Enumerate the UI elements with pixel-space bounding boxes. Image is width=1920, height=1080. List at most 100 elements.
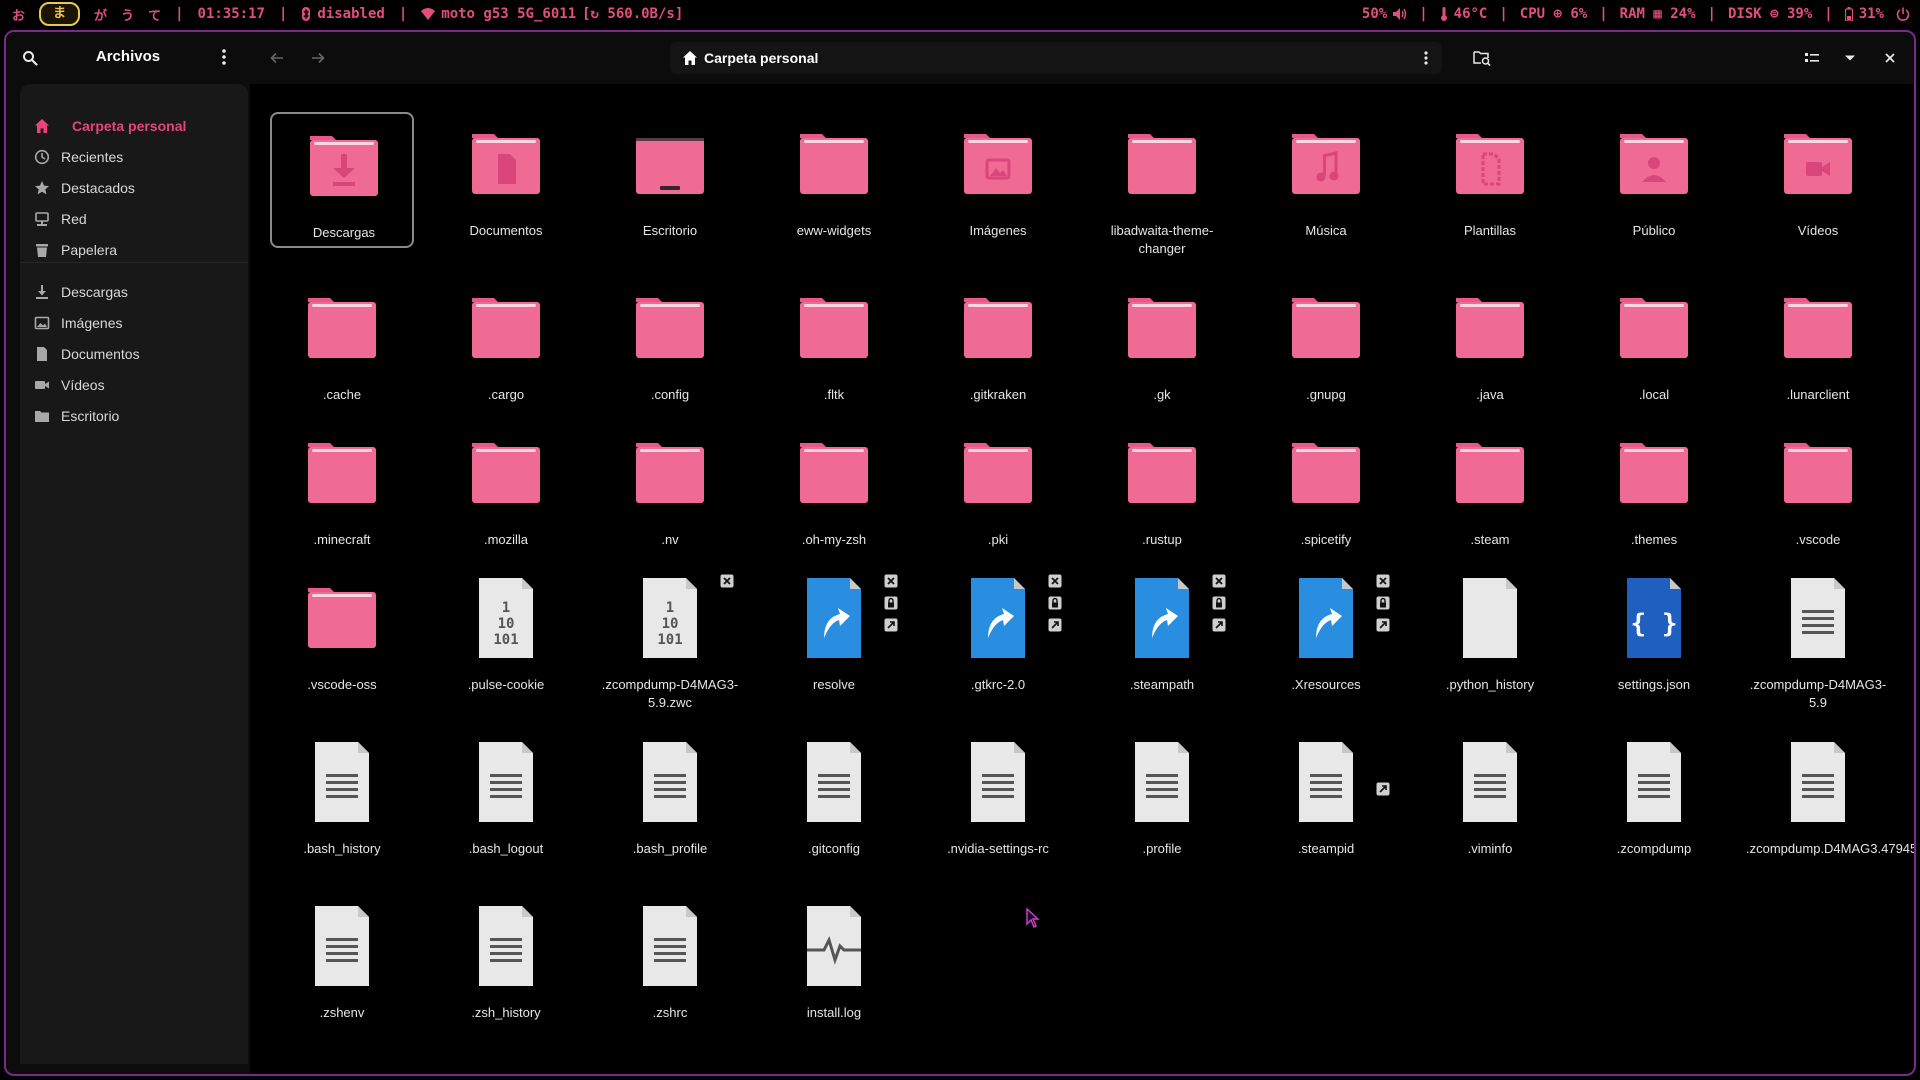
file-item[interactable]: 1 10 101 .pulse-cookie: [434, 566, 578, 702]
folder-item[interactable]: Documentos: [434, 112, 578, 248]
folder-item[interactable]: .nv: [598, 421, 742, 557]
file-item[interactable]: install.log: [762, 894, 906, 1030]
file-item[interactable]: .Xresources: [1254, 566, 1398, 702]
file-item[interactable]: .profile: [1090, 730, 1234, 866]
bluetooth-status[interactable]: disabled: [301, 6, 385, 22]
workspace-3[interactable]: が: [94, 5, 107, 24]
star-icon: [35, 181, 49, 195]
lock-emblem-icon: [1376, 596, 1390, 610]
path-bar[interactable]: Carpeta personal: [670, 42, 1442, 74]
text-file-icon: [630, 906, 710, 986]
file-name-label: .steampath: [1129, 677, 1195, 692]
folder-item[interactable]: Público: [1582, 112, 1726, 248]
folder-item[interactable]: .mozilla: [434, 421, 578, 557]
file-item[interactable]: { } settings.json: [1582, 566, 1726, 702]
folder-item[interactable]: .oh-my-zsh: [762, 421, 906, 557]
folder-item[interactable]: .local: [1582, 276, 1726, 412]
folder-item[interactable]: Plantillas: [1418, 112, 1562, 248]
file-name-label: .profile: [1142, 841, 1182, 856]
text-file-icon: [794, 742, 874, 822]
folder-item[interactable]: .vscode-oss: [270, 566, 414, 702]
file-item[interactable]: .zsh_history: [434, 894, 578, 1030]
folder-item[interactable]: Música: [1254, 112, 1398, 248]
file-name-label: libadwaita-theme-changer: [1110, 223, 1214, 256]
text-file-icon: [466, 906, 546, 986]
folder-item[interactable]: Escritorio: [598, 112, 742, 248]
file-name-label: Música: [1305, 223, 1347, 238]
file-manager-window: Archivos Carpeta personal Recientes Dest…: [4, 30, 1916, 1076]
workspace-5[interactable]: て: [148, 5, 161, 24]
back-button[interactable]: [265, 46, 289, 70]
file-item[interactable]: .zcompdump-D4MAG3-5.9: [1746, 566, 1890, 710]
folder-item[interactable]: .gitkraken: [926, 276, 1070, 412]
file-item[interactable]: .gitconfig: [762, 730, 906, 866]
sidebar-item-desktop[interactable]: Escritorio: [20, 398, 248, 434]
file-item[interactable]: .nvidia-settings-rc: [926, 730, 1070, 866]
file-item[interactable]: 1 10 101 .zcompdump-D4MAG3-5.9.zwc: [598, 566, 742, 710]
view-options-button[interactable]: [1838, 46, 1862, 70]
file-item[interactable]: .steampath: [1090, 566, 1234, 702]
symlink-emblem-icon: [884, 618, 898, 632]
workspace-1[interactable]: お: [12, 5, 25, 24]
view-list-button[interactable]: [1800, 46, 1824, 70]
svg-text:1: 1: [502, 600, 510, 616]
folder-icon: [1778, 124, 1858, 204]
folder-item[interactable]: Imágenes: [926, 112, 1070, 248]
separator: |: [1499, 6, 1508, 22]
location-menu-icon[interactable]: [1420, 47, 1432, 69]
json-file-icon: { }: [1614, 578, 1694, 658]
folder-item[interactable]: libadwaita-theme-changer: [1090, 112, 1234, 256]
folder-item[interactable]: .cache: [270, 276, 414, 412]
folder-item[interactable]: Descargas: [270, 112, 414, 248]
folder-icon: [35, 411, 49, 422]
file-name-label: .steampid: [1297, 841, 1355, 856]
search-folder-button[interactable]: [1470, 46, 1494, 70]
folder-item[interactable]: .gk: [1090, 276, 1234, 412]
volume-status[interactable]: 50%: [1362, 6, 1407, 22]
file-item[interactable]: .bash_history: [270, 730, 414, 866]
file-item[interactable]: .zcompdump: [1582, 730, 1726, 866]
folder-item[interactable]: .vscode: [1746, 421, 1890, 557]
folder-item[interactable]: .rustup: [1090, 421, 1234, 557]
folder-item[interactable]: .themes: [1582, 421, 1726, 557]
folder-item[interactable]: .config: [598, 276, 742, 412]
folder-item[interactable]: .fltk: [762, 276, 906, 412]
file-item[interactable]: .viminfo: [1418, 730, 1562, 866]
folder-item[interactable]: .pki: [926, 421, 1070, 557]
folder-item[interactable]: Vídeos: [1746, 112, 1890, 248]
main-menu-icon[interactable]: [218, 46, 230, 68]
close-window-button[interactable]: [1878, 46, 1902, 70]
file-item[interactable]: .gtkrc-2.0: [926, 566, 1070, 702]
folder-icon: [1778, 288, 1858, 368]
clock: 01:35:17: [197, 6, 265, 22]
file-item[interactable]: .zshrc: [598, 894, 742, 1030]
workspace-2-active[interactable]: ま: [39, 2, 81, 26]
forward-button[interactable]: [306, 46, 330, 70]
folder-item[interactable]: .gnupg: [1254, 276, 1398, 412]
file-item[interactable]: .bash_logout: [434, 730, 578, 866]
folder-item[interactable]: .minecraft: [270, 421, 414, 557]
sidebar-item-label: Vídeos: [61, 377, 105, 393]
folder-item[interactable]: .lunarclient: [1746, 276, 1890, 412]
file-name-label: .local: [1638, 387, 1670, 402]
file-item[interactable]: .steampid: [1254, 730, 1398, 866]
text-file-icon: [958, 742, 1038, 822]
folder-item[interactable]: .steam: [1418, 421, 1562, 557]
sidebar-header: Archivos: [6, 32, 250, 84]
separator: |: [1824, 6, 1833, 22]
workspace-4[interactable]: う: [121, 5, 134, 24]
svg-text:1: 1: [666, 600, 674, 616]
folder-item[interactable]: .java: [1418, 276, 1562, 412]
file-item[interactable]: .zshenv: [270, 894, 414, 1030]
cpu-status: CPU ⊕ 6%: [1519, 6, 1588, 22]
folder-item[interactable]: .cargo: [434, 276, 578, 412]
file-item[interactable]: .python_history: [1418, 566, 1562, 702]
network-status[interactable]: moto g53 5G_6011 [↻ 560.0B/s]: [421, 6, 683, 22]
file-item[interactable]: .bash_profile: [598, 730, 742, 866]
video-icon: [35, 381, 49, 389]
folder-item[interactable]: eww-widgets: [762, 112, 906, 248]
file-item[interactable]: resolve: [762, 566, 906, 702]
power-icon[interactable]: [1896, 7, 1910, 21]
file-item[interactable]: .zcompdump.D4MAG3.47945: [1746, 730, 1914, 866]
folder-item[interactable]: .spicetify: [1254, 421, 1398, 557]
